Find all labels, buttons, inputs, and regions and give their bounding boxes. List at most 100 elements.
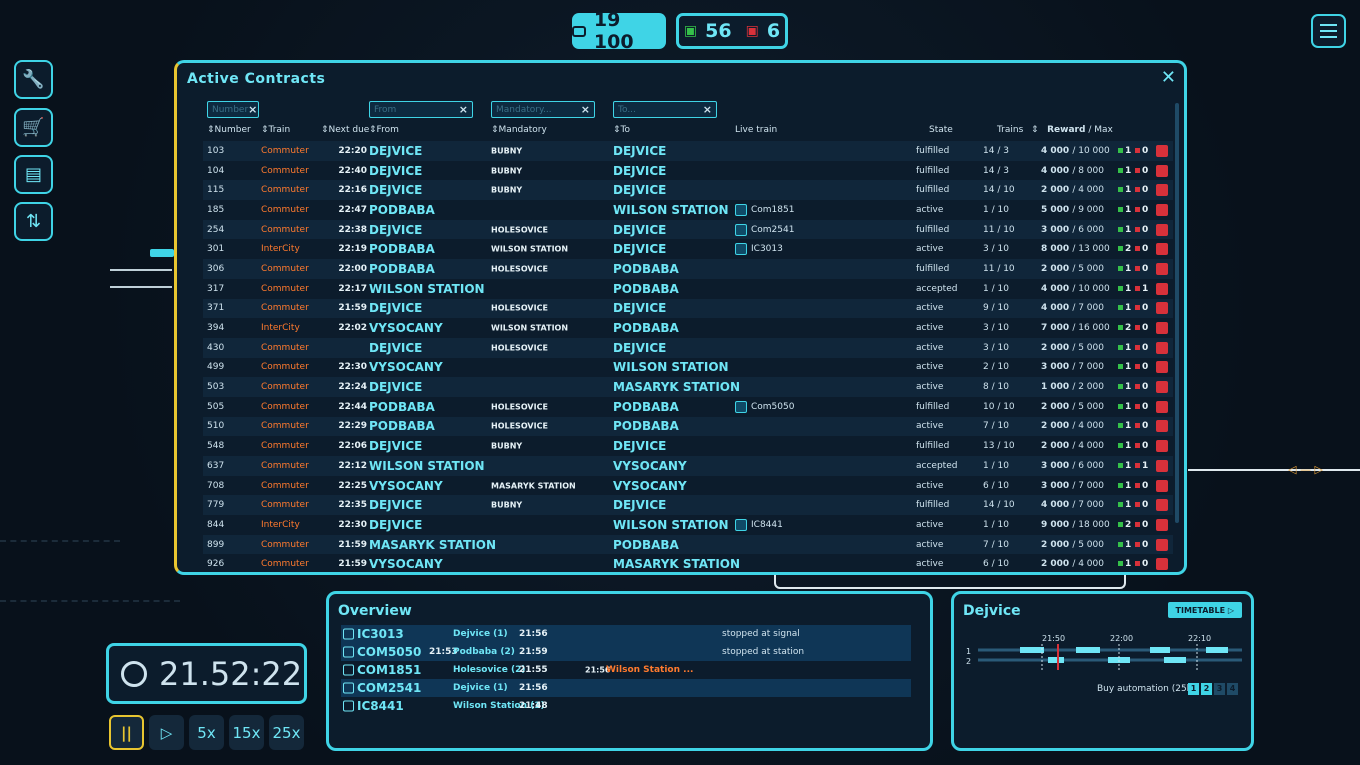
- delete-icon[interactable]: [1156, 538, 1168, 551]
- clear-icon[interactable]: ×: [703, 103, 712, 116]
- col-number[interactable]: ⇕Number: [207, 125, 251, 135]
- scrollbar[interactable]: [1175, 103, 1179, 523]
- next-station: Podbaba (2): [453, 647, 515, 657]
- delete-icon[interactable]: [1156, 440, 1168, 453]
- delete-icon[interactable]: [1156, 203, 1168, 216]
- clear-icon[interactable]: ×: [248, 103, 257, 116]
- table-row[interactable]: 899 Commuter 21:59 MASARYK STATION PODBABA ac…: [203, 534, 1173, 555]
- live-train[interactable]: IC3013: [735, 243, 783, 256]
- col-next-due[interactable]: ⇕Next due: [321, 125, 369, 135]
- automation-page-1[interactable]: 1: [1188, 683, 1199, 695]
- settings-button[interactable]: ⇅: [14, 202, 53, 241]
- from-filter-input[interactable]: From ×: [369, 101, 473, 118]
- table-row[interactable]: 499 Commuter 22:30 VYSOCANY WILSON STATION ac…: [203, 358, 1173, 378]
- table-row[interactable]: 505 Commuter 22:44 PODBABA HOLESOVICE PODBABA…: [203, 397, 1173, 417]
- delete-icon[interactable]: [1156, 459, 1168, 472]
- delete-icon[interactable]: [1156, 361, 1168, 374]
- table-row[interactable]: 503 Commuter 22:24 DEJVICE MASARYK STATION ac…: [203, 377, 1173, 397]
- table-row[interactable]: 430 Commuter DEJVICE HOLESOVICE DEJVICE activ…: [203, 337, 1173, 358]
- delete-icon[interactable]: [1156, 184, 1168, 197]
- automation-page-3[interactable]: 3: [1214, 683, 1225, 695]
- delete-icon[interactable]: [1156, 243, 1168, 256]
- contract-state: fulfilled: [916, 224, 950, 235]
- table-row[interactable]: 104 Commuter 22:40 DEJVICE BUBNY DEJVICE fulfi…: [203, 161, 1173, 181]
- table-row[interactable]: 371 Commuter 21:59 DEJVICE HOLESOVICE DEJVICE…: [203, 298, 1173, 319]
- table-row[interactable]: 548 Commuter 22:06 DEJVICE BUBNY DEJVICE fulfi…: [203, 436, 1173, 456]
- table-row[interactable]: 844 InterCity 22:30 DEJVICE WILSON STATION IC…: [203, 515, 1173, 535]
- automation-page-2[interactable]: 2: [1201, 683, 1212, 695]
- delete-icon[interactable]: [1156, 499, 1168, 512]
- col-reward[interactable]: ⇕ Reward / Max: [1031, 125, 1113, 135]
- contract-state: active: [916, 421, 944, 432]
- train-icon: [735, 223, 747, 236]
- speed-25x-button[interactable]: 25x: [269, 715, 304, 750]
- live-train[interactable]: Com1851: [735, 203, 794, 216]
- contract-state: fulfilled: [916, 500, 950, 511]
- tools-button[interactable]: 🔧: [14, 60, 53, 99]
- menu-button[interactable]: [1311, 14, 1346, 48]
- automation-page-4[interactable]: 4: [1227, 683, 1238, 695]
- table-row[interactable]: 301 InterCity 22:19 PODBABA WILSON STATION DE…: [203, 239, 1173, 259]
- clear-icon[interactable]: ×: [581, 103, 590, 116]
- train-name: IC8441: [357, 699, 404, 713]
- pause-button[interactable]: ||: [109, 715, 144, 750]
- speed-5x-button[interactable]: 5x: [189, 715, 224, 750]
- table-row[interactable]: 510 Commuter 22:29 PODBABA HOLESOVICE PODBABA…: [203, 416, 1173, 437]
- delete-icon[interactable]: [1156, 302, 1168, 315]
- signal-marker-icon[interactable]: ◁ — ▷: [1288, 463, 1323, 476]
- overview-row[interactable]: COM2541 Dejvice (1) 21:56: [341, 679, 911, 697]
- live-train[interactable]: Com5050: [735, 400, 794, 413]
- mandatory-filter-input[interactable]: Mandatory... ×: [491, 101, 595, 118]
- col-from[interactable]: ⇕From: [369, 125, 399, 135]
- delete-icon[interactable]: [1156, 341, 1168, 354]
- live-train[interactable]: Com2541: [735, 223, 794, 236]
- overview-row[interactable]: COM1851 Holesovice (2) 21:55 21:56 Wilson St…: [341, 661, 911, 679]
- to-filter-input[interactable]: To... ×: [613, 101, 717, 118]
- shop-button[interactable]: 🛒: [14, 108, 53, 147]
- live-train[interactable]: IC8441: [735, 518, 783, 531]
- table-row[interactable]: 394 InterCity 22:02 VYSOCANY WILSON STATION P…: [203, 318, 1173, 338]
- delete-icon[interactable]: [1156, 558, 1168, 571]
- red-count: 1: [1135, 461, 1148, 471]
- delete-icon[interactable]: [1156, 164, 1168, 177]
- table-row[interactable]: 637 Commuter 22:12 WILSON STATION VYSOCANY ac…: [203, 456, 1173, 476]
- mandatory-station: HOLESOVICE: [491, 264, 548, 274]
- delete-icon[interactable]: [1156, 518, 1168, 531]
- speed-15x-button[interactable]: 15x: [229, 715, 264, 750]
- close-icon[interactable]: ✕: [1161, 67, 1176, 88]
- clear-icon[interactable]: ×: [459, 103, 468, 116]
- number-filter-input[interactable]: Number ×: [207, 101, 259, 118]
- table-row[interactable]: 254 Commuter 22:38 DEJVICE HOLESOVICE DEJVICE…: [203, 219, 1173, 240]
- col-to[interactable]: ⇕To: [613, 125, 630, 135]
- table-row[interactable]: 926 Commuter 21:59 VYSOCANY MASARYK STATION a…: [203, 554, 1173, 574]
- delete-icon[interactable]: [1156, 400, 1168, 413]
- delete-icon[interactable]: [1156, 144, 1168, 157]
- contract-number: 394: [207, 323, 225, 334]
- table-row[interactable]: 708 Commuter 22:25 VYSOCANY MASARYK STATION V…: [203, 476, 1173, 496]
- to-station: DEJVICE: [613, 183, 667, 198]
- delete-icon[interactable]: [1156, 262, 1168, 275]
- table-row[interactable]: 779 Commuter 22:35 DEJVICE BUBNY DEJVICE fulfi…: [203, 495, 1173, 516]
- timetable-button[interactable]: TIMETABLE ▷: [1167, 602, 1242, 618]
- table-row[interactable]: 115 Commuter 22:16 DEJVICE BUBNY DEJVICE fulfi…: [203, 180, 1173, 201]
- delete-icon[interactable]: [1156, 381, 1168, 394]
- table-row[interactable]: 185 Commuter 22:47 PODBABA WILSON STATION Com…: [203, 200, 1173, 220]
- contracts-button[interactable]: ▤: [14, 155, 53, 194]
- red-count: 0: [1135, 441, 1148, 451]
- overview-row[interactable]: IC8441 Wilson Station (1) 21:48: [341, 697, 911, 715]
- delete-icon[interactable]: [1156, 322, 1168, 335]
- trains-count: 11 / 10: [983, 263, 1015, 274]
- delete-icon[interactable]: [1156, 223, 1168, 236]
- table-row[interactable]: 306 Commuter 22:00 PODBABA HOLESOVICE PODBABA…: [203, 259, 1173, 279]
- to-station: DEJVICE: [613, 242, 667, 257]
- delete-icon[interactable]: [1156, 479, 1168, 492]
- delete-icon[interactable]: [1156, 420, 1168, 433]
- overview-row[interactable]: IC3013 Dejvice (1) 21:56 stopped at signal: [341, 625, 911, 643]
- overview-row[interactable]: COM5050 21:53 Podbaba (2) 21:59 stopped at s…: [341, 643, 911, 661]
- table-row[interactable]: 317 Commuter 22:17 WILSON STATION PODBABA acc…: [203, 279, 1173, 299]
- col-mandatory[interactable]: ⇕Mandatory: [491, 125, 547, 135]
- delete-icon[interactable]: [1156, 282, 1168, 295]
- play-button[interactable]: ▷: [149, 715, 184, 750]
- col-train[interactable]: ⇕Train: [261, 125, 290, 135]
- table-row[interactable]: 103 Commuter 22:20 DEJVICE BUBNY DEJVICE fulfi…: [203, 141, 1173, 161]
